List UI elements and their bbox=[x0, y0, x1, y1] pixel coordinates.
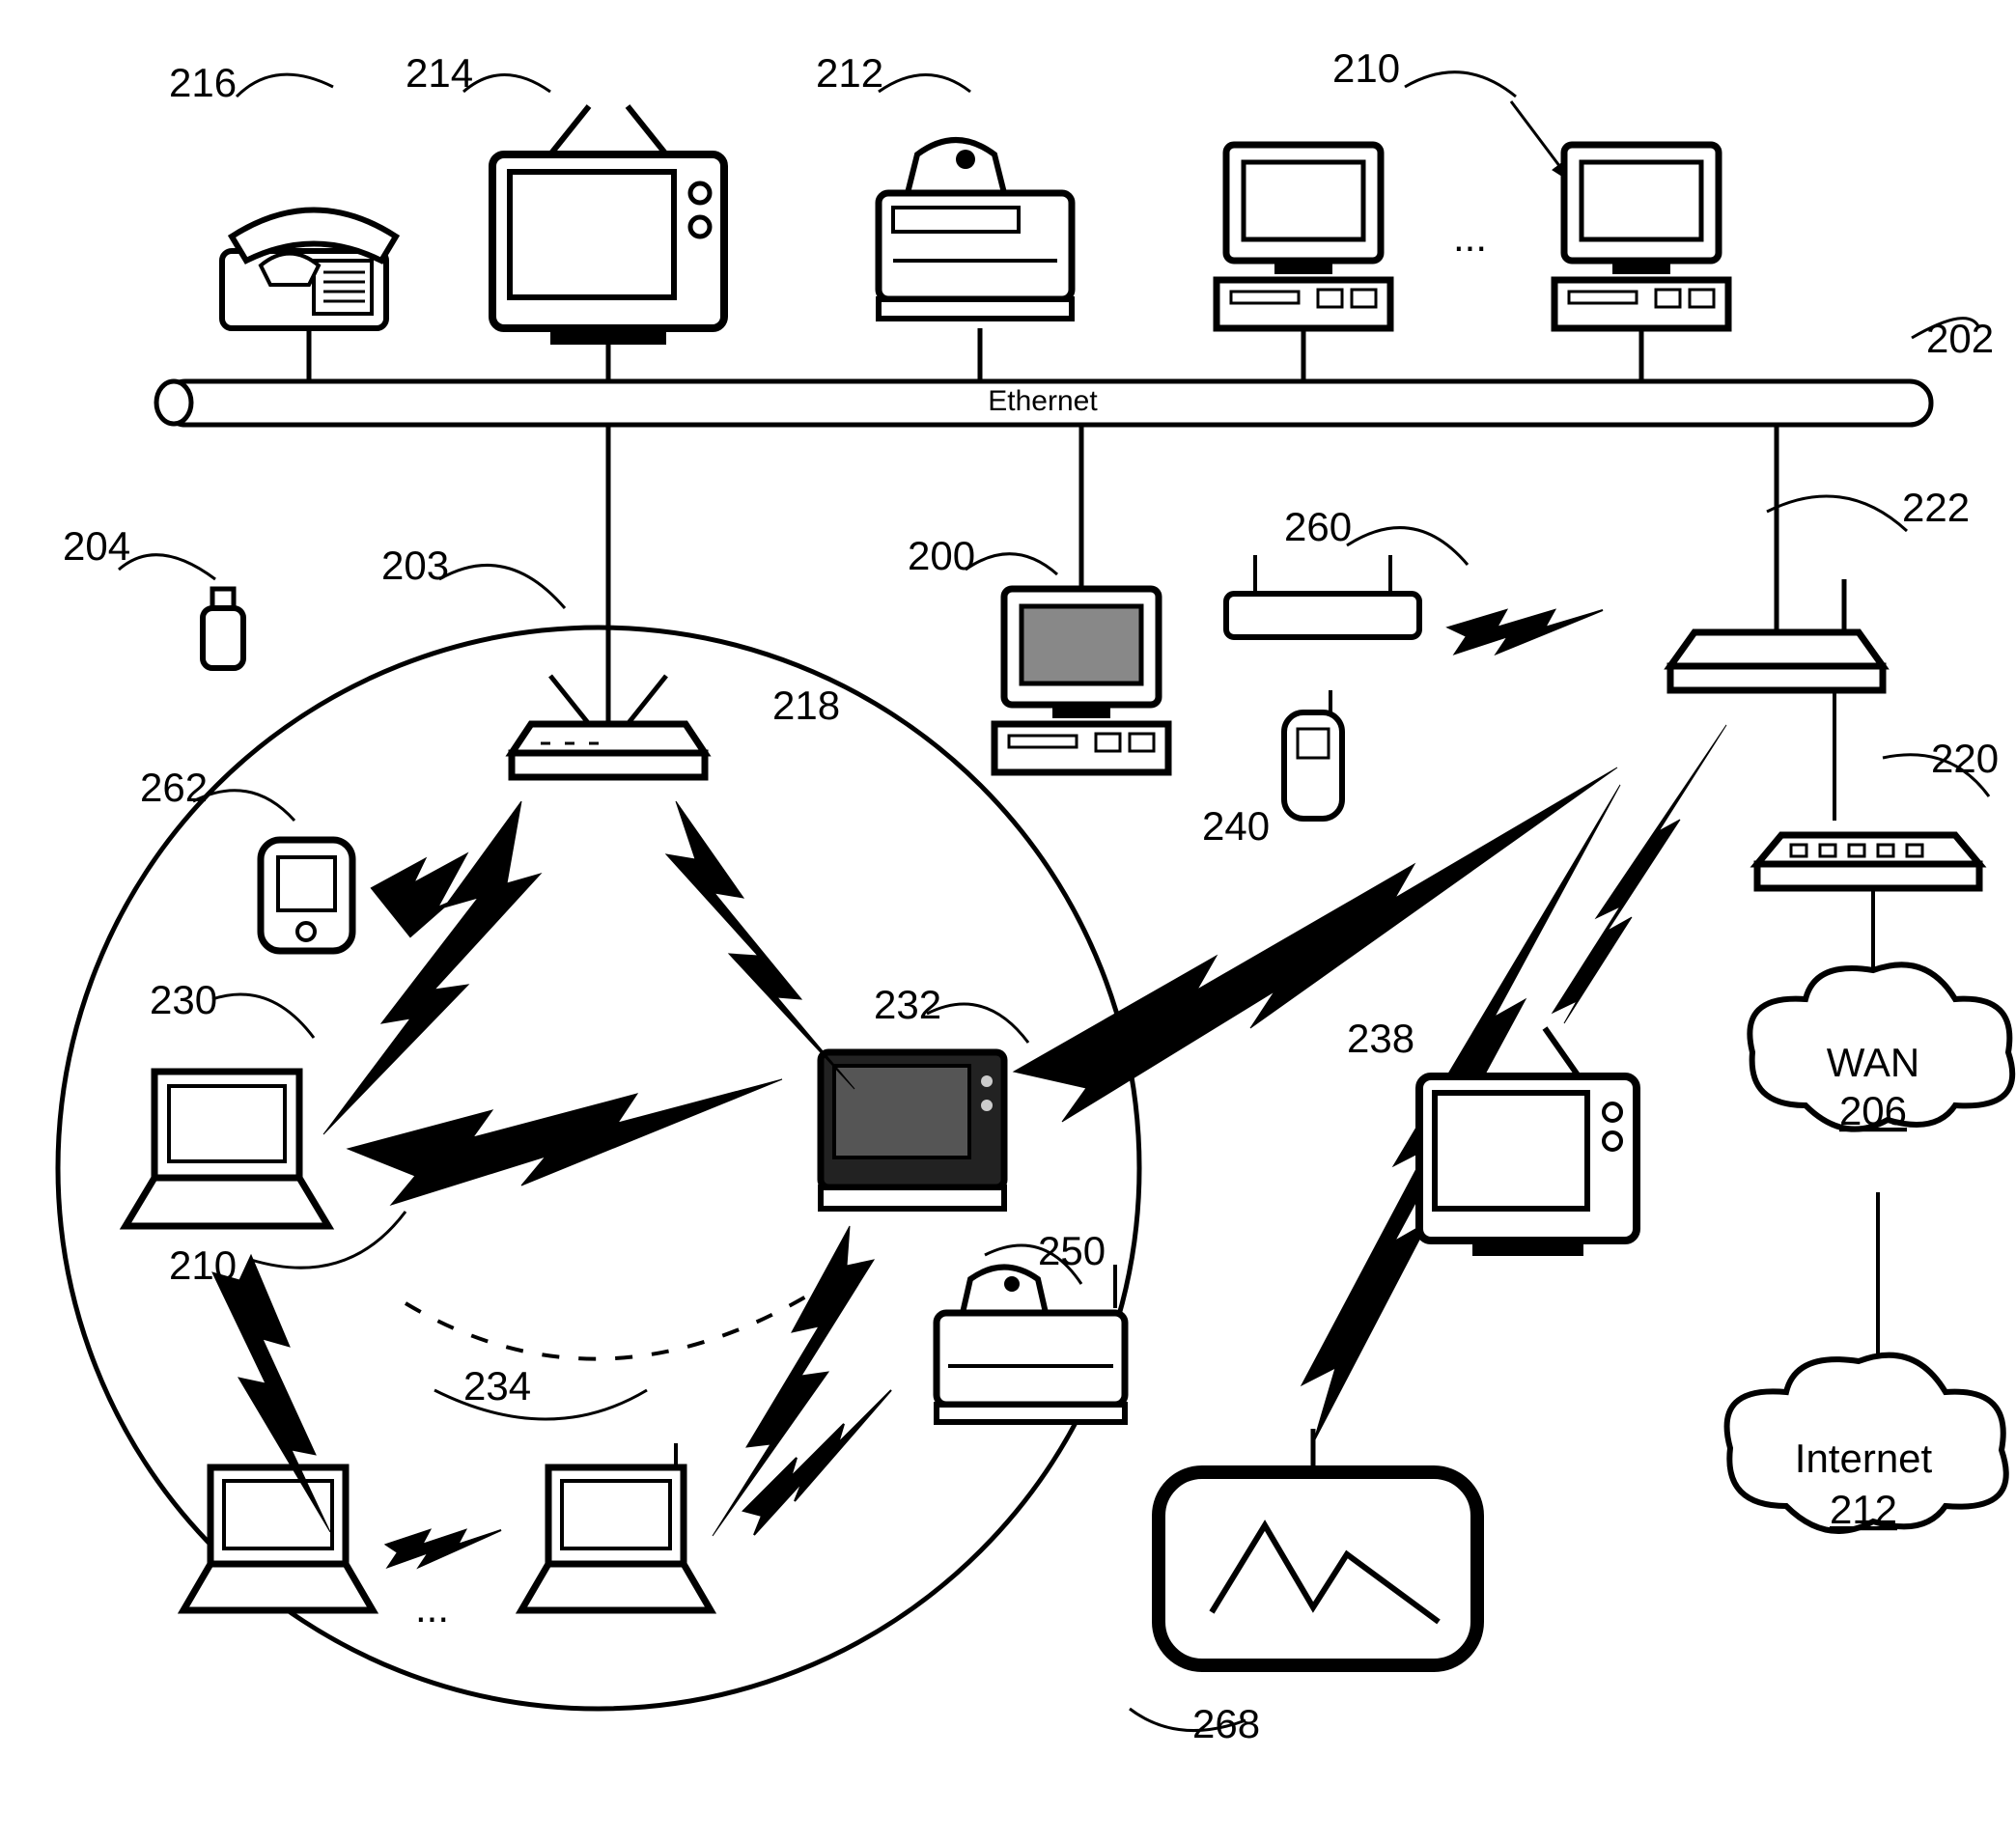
desktop-pc-icon bbox=[994, 589, 1168, 772]
svg-text:212: 212 bbox=[816, 50, 883, 96]
wifi-router-icon bbox=[1226, 555, 1419, 637]
wireless-printer-icon bbox=[937, 1265, 1125, 1422]
switch-icon bbox=[1757, 835, 1979, 888]
pda-icon bbox=[261, 840, 352, 951]
svg-text:262: 262 bbox=[140, 765, 208, 810]
svg-text:203: 203 bbox=[381, 543, 449, 588]
internet-number: 212 bbox=[1830, 1487, 1897, 1532]
desktop-pc-icon bbox=[1217, 145, 1390, 328]
ethernet-bus: Ethernet bbox=[156, 381, 1931, 425]
settop-box-icon bbox=[821, 1052, 1004, 1209]
usb-drive-icon bbox=[203, 589, 243, 668]
ethernet-label: Ethernet bbox=[988, 385, 1098, 417]
svg-text:240: 240 bbox=[1202, 803, 1270, 849]
svg-text:214: 214 bbox=[406, 50, 473, 96]
ellipsis: ... bbox=[415, 1585, 449, 1631]
wan-label: WAN bbox=[1827, 1040, 1919, 1085]
internet-cloud: Internet 212 bbox=[1727, 1355, 2006, 1532]
mobile-phone-icon bbox=[1284, 690, 1342, 819]
svg-text:230: 230 bbox=[150, 977, 217, 1022]
svg-text:210: 210 bbox=[1332, 45, 1400, 91]
monitor-device-icon bbox=[1159, 1429, 1477, 1665]
svg-text:222: 222 bbox=[1902, 485, 1970, 530]
desktop-pc-icon bbox=[1554, 145, 1728, 328]
link-234 bbox=[406, 1294, 811, 1359]
svg-text:210: 210 bbox=[169, 1242, 237, 1288]
svg-text:200: 200 bbox=[908, 533, 975, 578]
svg-text:260: 260 bbox=[1284, 504, 1352, 549]
svg-text:232: 232 bbox=[874, 982, 941, 1027]
svg-text:202: 202 bbox=[1926, 316, 1994, 361]
laptop-icon bbox=[183, 1467, 373, 1610]
wan-number: 206 bbox=[1839, 1088, 1907, 1133]
svg-text:204: 204 bbox=[63, 523, 130, 569]
ellipsis: ... bbox=[1453, 214, 1487, 260]
svg-text:216: 216 bbox=[169, 60, 237, 105]
svg-text:268: 268 bbox=[1192, 1701, 1260, 1746]
svg-text:218: 218 bbox=[772, 683, 840, 728]
svg-text:238: 238 bbox=[1347, 1016, 1414, 1061]
internet-label: Internet bbox=[1795, 1436, 1933, 1481]
printer-icon bbox=[879, 140, 1072, 319]
wan-cloud: WAN 206 bbox=[1750, 964, 2012, 1133]
svg-text:250: 250 bbox=[1038, 1228, 1106, 1273]
crt-tv-icon bbox=[492, 106, 724, 345]
laptop-icon bbox=[126, 1072, 328, 1226]
telephone-icon bbox=[222, 210, 396, 329]
crt-tv-icon bbox=[1419, 1028, 1637, 1256]
laptop-icon bbox=[521, 1443, 711, 1610]
svg-text:234: 234 bbox=[463, 1363, 531, 1409]
svg-text:220: 220 bbox=[1931, 736, 1999, 781]
